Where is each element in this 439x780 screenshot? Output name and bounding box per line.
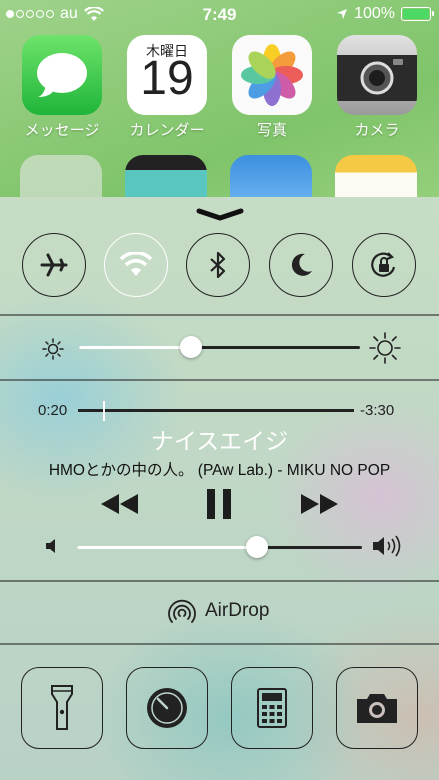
volume-knob[interactable] [246, 536, 268, 558]
airdrop-button[interactable]: AirDrop [0, 581, 439, 643]
brightness-knob[interactable] [180, 336, 202, 358]
quick-toggles [0, 233, 439, 299]
timer-button[interactable] [126, 667, 208, 749]
status-bar: au 7:49 100% [0, 0, 439, 30]
app-calendar[interactable]: 木曜日 19 カレンダー [125, 35, 209, 140]
camera-icon [357, 694, 397, 723]
remaining-time: -3:30 [360, 402, 395, 419]
wifi-icon [119, 252, 153, 276]
app-label: 写真 [256, 122, 287, 139]
divider [0, 314, 439, 316]
battery-icon [401, 7, 434, 21]
flashlight-button[interactable] [21, 667, 103, 749]
airplane-mode-toggle[interactable] [22, 233, 86, 297]
scrubber-track [78, 409, 354, 412]
messages-icon [22, 35, 102, 115]
airdrop-label: AirDrop [205, 600, 270, 621]
control-center: 0:20 -3:30 ナイスエイジ HMOとかの中の人。 (PAw Lab.) … [0, 197, 439, 780]
timer-icon [147, 688, 187, 728]
app-camera[interactable]: カメラ [335, 35, 419, 140]
volume-slider[interactable] [77, 532, 362, 562]
airdrop-icon [168, 599, 196, 623]
track-title: ナイスエイジ [150, 428, 289, 454]
slider-fill [79, 346, 191, 349]
playback-scrubber[interactable] [78, 401, 354, 421]
calendar-day: 19 [140, 52, 194, 105]
slider-fill [77, 546, 257, 549]
moon-icon [291, 253, 312, 276]
chevron-down-icon[interactable] [195, 207, 245, 221]
status-right: 100% [336, 5, 434, 23]
battery-percent: 100% [354, 5, 395, 22]
app-label: カメラ [354, 122, 400, 139]
photos-icon [232, 35, 312, 115]
location-arrow-icon [337, 9, 348, 19]
calendar-icon: 木曜日 19 [127, 35, 207, 115]
camera-icon [337, 35, 417, 115]
do-not-disturb-toggle[interactable] [269, 233, 333, 297]
rotation-lock-icon [371, 252, 396, 277]
volume-low-icon [46, 539, 55, 553]
app-label: カレンダー [129, 122, 205, 139]
fast-forward-button[interactable] [298, 492, 340, 516]
calculator-button[interactable] [231, 667, 313, 749]
divider [0, 379, 439, 381]
airplane-icon [40, 253, 68, 277]
app-label: メッセージ [24, 122, 100, 139]
bluetooth-icon [210, 251, 226, 279]
wifi-toggle[interactable] [104, 233, 168, 297]
bluetooth-toggle[interactable] [186, 233, 250, 297]
calculator-icon [257, 688, 287, 728]
scrubber-head[interactable] [103, 401, 105, 421]
rewind-button[interactable] [99, 492, 141, 516]
app-photos[interactable]: 写真 [230, 35, 314, 140]
volume-high-icon [373, 535, 401, 557]
brightness-low-icon [42, 338, 64, 360]
app-messages[interactable]: メッセージ [20, 35, 104, 140]
divider [0, 643, 439, 645]
brightness-high-icon [369, 332, 401, 364]
flashlight-icon [51, 685, 73, 730]
rotation-lock-toggle[interactable] [352, 233, 416, 297]
pause-button[interactable] [206, 488, 232, 520]
track-artist: HMOとかの中の人。 (PAw Lab.) - MIKU NO POP [48, 462, 391, 479]
elapsed-time: 0:20 [38, 402, 68, 419]
camera-button[interactable] [336, 667, 418, 749]
brightness-slider[interactable] [79, 332, 360, 362]
